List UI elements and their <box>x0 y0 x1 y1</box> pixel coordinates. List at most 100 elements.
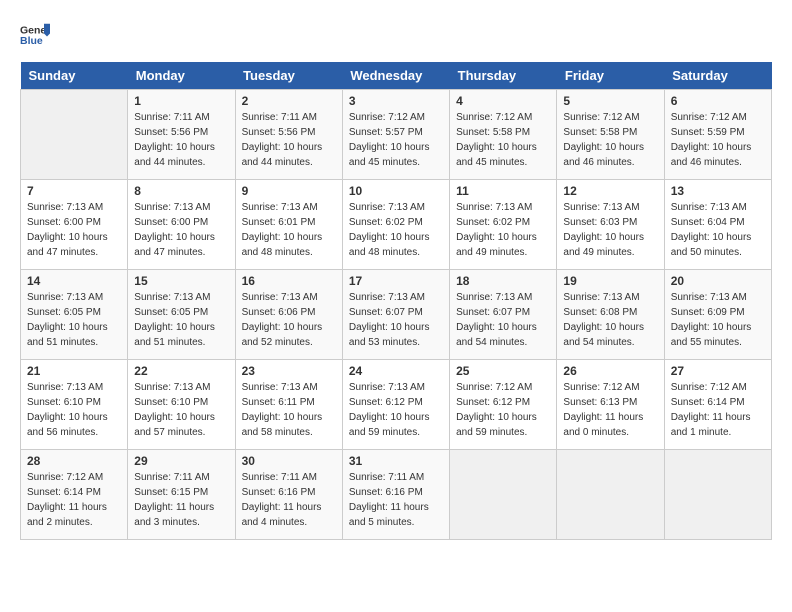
calendar-cell <box>664 450 771 540</box>
day-number: 6 <box>671 94 765 108</box>
calendar-cell: 17 Sunrise: 7:13 AMSunset: 6:07 PMDayligh… <box>342 270 449 360</box>
day-number: 13 <box>671 184 765 198</box>
calendar-cell: 1 Sunrise: 7:11 AMSunset: 5:56 PMDaylight… <box>128 90 235 180</box>
day-number: 26 <box>563 364 657 378</box>
calendar-cell: 2Sunrise: 7:11 AMSunset: 5:56 PMDaylight… <box>235 90 342 180</box>
day-info: Sunrise: 7:12 AMSunset: 5:59 PMDaylight:… <box>671 112 752 168</box>
calendar-cell: 4 Sunrise: 7:12 AMSunset: 5:58 PMDaylight… <box>450 90 557 180</box>
weekday-header-row: Sunday Monday Tuesday Wednesday Thursday… <box>21 62 772 90</box>
calendar-cell: 9 Sunrise: 7:13 AMSunset: 6:01 PMDaylight… <box>235 180 342 270</box>
calendar-cell: 15 Sunrise: 7:13 AMSunset: 6:05 PMDayligh… <box>128 270 235 360</box>
day-info: Sunrise: 7:13 AMSunset: 6:09 PMDaylight:… <box>671 292 752 348</box>
header-thursday: Thursday <box>450 62 557 90</box>
logo-icon: General Blue <box>20 20 50 50</box>
calendar-cell <box>21 90 128 180</box>
day-number: 30 <box>242 454 336 468</box>
header-sunday: Sunday <box>21 62 128 90</box>
calendar-cell: 23 Sunrise: 7:13 AMSunset: 6:11 PMDayligh… <box>235 360 342 450</box>
day-number: 19 <box>563 274 657 288</box>
day-number: 22 <box>134 364 228 378</box>
day-number: 15 <box>134 274 228 288</box>
calendar-cell: 14 Sunrise: 7:13 AMSunset: 6:05 PMDayligh… <box>21 270 128 360</box>
calendar-cell: 16Sunrise: 7:13 AMSunset: 6:06 PMDayligh… <box>235 270 342 360</box>
day-info: Sunrise: 7:13 AMSunset: 6:10 PMDaylight:… <box>134 382 215 438</box>
day-number: 9 <box>242 184 336 198</box>
day-info: Sunrise: 7:13 AMSunset: 6:01 PMDaylight:… <box>242 202 323 258</box>
calendar-cell: 5Sunrise: 7:12 AMSunset: 5:58 PMDaylight… <box>557 90 664 180</box>
day-info: Sunrise: 7:11 AMSunset: 6:15 PMDaylight:… <box>134 472 214 528</box>
day-info: Sunrise: 7:13 AMSunset: 6:00 PMDaylight:… <box>134 202 215 258</box>
day-number: 31 <box>349 454 443 468</box>
day-info: Sunrise: 7:13 AMSunset: 6:12 PMDaylight:… <box>349 382 430 438</box>
day-number: 7 <box>27 184 121 198</box>
header: General Blue <box>20 20 772 50</box>
day-number: 21 <box>27 364 121 378</box>
calendar-week-2: 7 Sunrise: 7:13 AMSunset: 6:00 PMDaylight… <box>21 180 772 270</box>
header-friday: Friday <box>557 62 664 90</box>
calendar-week-1: 1 Sunrise: 7:11 AMSunset: 5:56 PMDaylight… <box>21 90 772 180</box>
day-info: Sunrise: 7:11 AMSunset: 6:16 PMDaylight:… <box>242 472 322 528</box>
day-info: Sunrise: 7:11 AMSunset: 5:56 PMDaylight:… <box>242 112 323 168</box>
calendar-cell: 21 Sunrise: 7:13 AMSunset: 6:10 PMDayligh… <box>21 360 128 450</box>
day-info: Sunrise: 7:13 AMSunset: 6:08 PMDaylight:… <box>563 292 644 348</box>
day-info: Sunrise: 7:11 AMSunset: 5:56 PMDaylight:… <box>134 112 215 168</box>
day-number: 5 <box>563 94 657 108</box>
day-number: 12 <box>563 184 657 198</box>
day-number: 4 <box>456 94 550 108</box>
calendar-cell: 20Sunrise: 7:13 AMSunset: 6:09 PMDayligh… <box>664 270 771 360</box>
header-tuesday: Tuesday <box>235 62 342 90</box>
calendar-cell: 3 Sunrise: 7:12 AMSunset: 5:57 PMDaylight… <box>342 90 449 180</box>
day-number: 23 <box>242 364 336 378</box>
calendar-cell: 18 Sunrise: 7:13 AMSunset: 6:07 PMDayligh… <box>450 270 557 360</box>
day-number: 3 <box>349 94 443 108</box>
day-info: Sunrise: 7:12 AMSunset: 5:58 PMDaylight:… <box>456 112 537 168</box>
calendar-body: 1 Sunrise: 7:11 AMSunset: 5:56 PMDaylight… <box>21 90 772 540</box>
day-number: 24 <box>349 364 443 378</box>
day-info: Sunrise: 7:13 AMSunset: 6:07 PMDaylight:… <box>456 292 537 348</box>
day-number: 10 <box>349 184 443 198</box>
day-info: Sunrise: 7:12 AMSunset: 5:57 PMDaylight:… <box>349 112 430 168</box>
day-number: 1 <box>134 94 228 108</box>
logo: General Blue <box>20 20 50 50</box>
calendar-cell: 12 Sunrise: 7:13 AMSunset: 6:03 PMDayligh… <box>557 180 664 270</box>
day-number: 17 <box>349 274 443 288</box>
day-info: Sunrise: 7:13 AMSunset: 6:05 PMDaylight:… <box>27 292 108 348</box>
calendar-cell <box>557 450 664 540</box>
calendar-cell: 7 Sunrise: 7:13 AMSunset: 6:00 PMDaylight… <box>21 180 128 270</box>
calendar-cell: 22 Sunrise: 7:13 AMSunset: 6:10 PMDayligh… <box>128 360 235 450</box>
header-monday: Monday <box>128 62 235 90</box>
day-info: Sunrise: 7:13 AMSunset: 6:05 PMDaylight:… <box>134 292 215 348</box>
day-number: 18 <box>456 274 550 288</box>
day-info: Sunrise: 7:13 AMSunset: 6:03 PMDaylight:… <box>563 202 644 258</box>
day-info: Sunrise: 7:13 AMSunset: 6:10 PMDaylight:… <box>27 382 108 438</box>
day-info: Sunrise: 7:13 AMSunset: 6:07 PMDaylight:… <box>349 292 430 348</box>
day-info: Sunrise: 7:12 AMSunset: 6:14 PMDaylight:… <box>671 382 751 438</box>
day-info: Sunrise: 7:13 AMSunset: 6:00 PMDaylight:… <box>27 202 108 258</box>
calendar-cell: 27Sunrise: 7:12 AMSunset: 6:14 PMDayligh… <box>664 360 771 450</box>
day-info: Sunrise: 7:13 AMSunset: 6:06 PMDaylight:… <box>242 292 323 348</box>
svg-text:Blue: Blue <box>20 35 43 47</box>
day-info: Sunrise: 7:11 AMSunset: 6:16 PMDaylight:… <box>349 472 429 528</box>
day-info: Sunrise: 7:12 AMSunset: 6:14 PMDaylight:… <box>27 472 107 528</box>
calendar-cell: 29 Sunrise: 7:11 AMSunset: 6:15 PMDayligh… <box>128 450 235 540</box>
day-number: 29 <box>134 454 228 468</box>
day-number: 14 <box>27 274 121 288</box>
header-saturday: Saturday <box>664 62 771 90</box>
calendar-cell: 24 Sunrise: 7:13 AMSunset: 6:12 PMDayligh… <box>342 360 449 450</box>
calendar-cell: 11Sunrise: 7:13 AMSunset: 6:02 PMDayligh… <box>450 180 557 270</box>
calendar-cell: 8 Sunrise: 7:13 AMSunset: 6:00 PMDaylight… <box>128 180 235 270</box>
calendar-week-5: 28 Sunrise: 7:12 AMSunset: 6:14 PMDayligh… <box>21 450 772 540</box>
calendar-cell: 19 Sunrise: 7:13 AMSunset: 6:08 PMDayligh… <box>557 270 664 360</box>
day-info: Sunrise: 7:13 AMSunset: 6:11 PMDaylight:… <box>242 382 323 438</box>
day-number: 8 <box>134 184 228 198</box>
calendar-cell <box>450 450 557 540</box>
day-number: 28 <box>27 454 121 468</box>
calendar-cell: 28 Sunrise: 7:12 AMSunset: 6:14 PMDayligh… <box>21 450 128 540</box>
day-info: Sunrise: 7:13 AMSunset: 6:04 PMDaylight:… <box>671 202 752 258</box>
calendar-cell: 13 Sunrise: 7:13 AMSunset: 6:04 PMDayligh… <box>664 180 771 270</box>
day-info: Sunrise: 7:13 AMSunset: 6:02 PMDaylight:… <box>349 202 430 258</box>
calendar-week-4: 21 Sunrise: 7:13 AMSunset: 6:10 PMDayligh… <box>21 360 772 450</box>
calendar-cell: 30 Sunrise: 7:11 AMSunset: 6:16 PMDayligh… <box>235 450 342 540</box>
calendar-cell: 25Sunrise: 7:12 AMSunset: 6:12 PMDayligh… <box>450 360 557 450</box>
day-number: 25 <box>456 364 550 378</box>
